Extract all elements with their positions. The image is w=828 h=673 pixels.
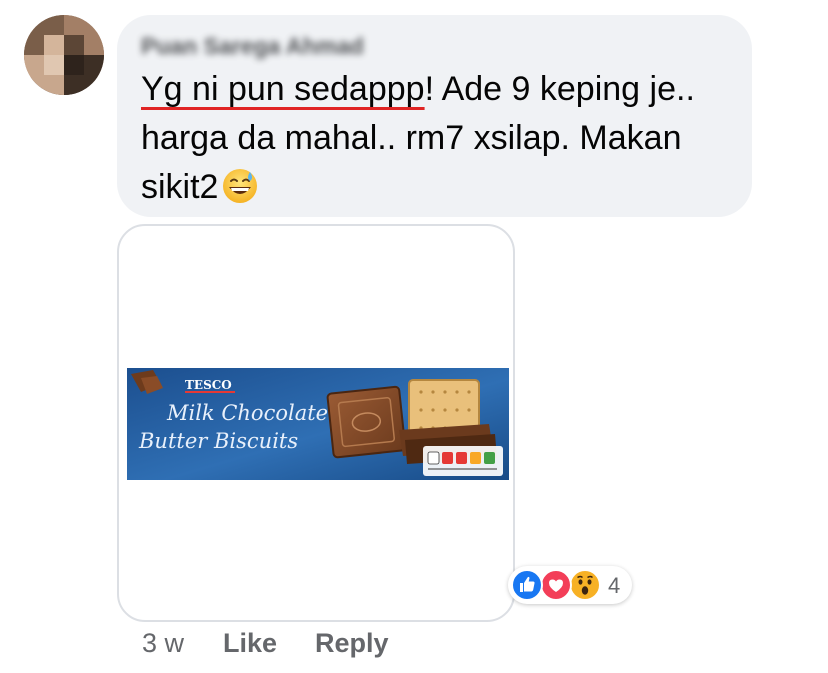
love-icon [540,569,572,601]
brand-text: TESCO [185,378,232,392]
comment-text-misspelled: Yg ni pun sedappp [141,70,425,108]
reply-button[interactable]: Reply [315,628,389,659]
product-name-line1: Milk Chocolate [166,401,328,425]
comment-bubble: Puan Sarega Ahmad Yg ni pun sedappp! Ade… [117,15,752,217]
biscuit-box-image: TESCO Milk Chocolate Butter Biscuits [127,368,509,480]
attached-photo[interactable]: TESCO Milk Chocolate Butter Biscuits [117,224,515,622]
grinning-face-with-sweat-icon [223,169,258,203]
comment-author-name[interactable]: Puan Sarega Ahmad [141,33,364,59]
product-name-line2: Butter Biscuits [138,429,298,453]
comment-text: Yg ni pun sedappp! Ade 9 keping je.. har… [141,65,736,212]
like-button[interactable]: Like [223,628,277,659]
avatar[interactable] [24,15,104,95]
like-icon [511,569,543,601]
reaction-count: 4 [608,573,621,598]
reaction-summary[interactable]: 4 [508,566,632,604]
wow-icon [569,569,601,601]
comment-timestamp[interactable]: 3 w [142,628,184,659]
